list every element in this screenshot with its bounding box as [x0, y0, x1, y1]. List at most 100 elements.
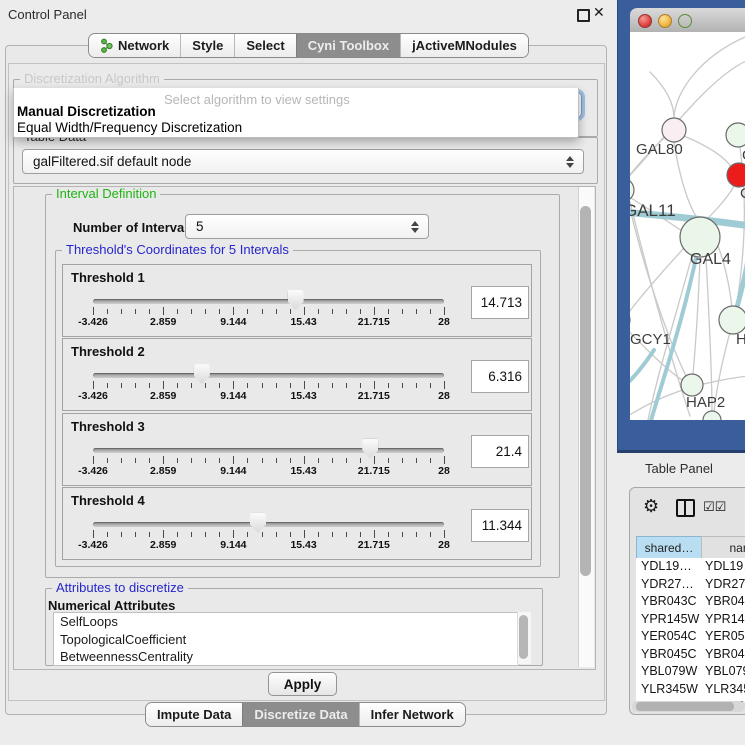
cell-shared-name: YBR043C [641, 593, 701, 611]
axis-tick [374, 307, 375, 315]
axis-tick [360, 458, 361, 463]
network-node-c[interactable] [727, 163, 745, 187]
axis-tick [332, 532, 333, 537]
attributes-scrollbar-thumb[interactable] [519, 615, 528, 659]
axis-label: 28 [438, 539, 450, 551]
threshold-panel-3: Threshold 3-3.4262.8599.14415.4321.71528… [62, 413, 532, 486]
tab-select[interactable]: Select [234, 34, 295, 57]
threshold-1-slider-track[interactable] [93, 299, 444, 304]
bottom-tab-infer-network[interactable]: Infer Network [359, 703, 465, 726]
axis-tick [430, 458, 431, 463]
tab-cyni-toolbox[interactable]: Cyni Toolbox [296, 34, 400, 57]
axis-tick [247, 383, 248, 388]
table-row-ylr345w[interactable]: YLR345WYLR345W [636, 681, 745, 699]
axis-tick [233, 456, 234, 464]
axis-label: 2.859 [150, 390, 176, 402]
bottom-tab-infer-network-label: Infer Network [371, 707, 454, 722]
axis-tick [416, 383, 417, 388]
axis-label: 21.715 [358, 465, 390, 477]
network-node-partial[interactable] [703, 411, 721, 420]
axis-label: 15.43 [290, 316, 316, 328]
axis-label: 9.144 [220, 316, 246, 328]
axis-tick [444, 530, 445, 538]
table-column-header-shared[interactable]: shared… [636, 536, 702, 559]
axis-tick [205, 532, 206, 537]
threshold-3-label: Threshold 3 [71, 419, 145, 434]
float-icon[interactable] [577, 9, 590, 22]
network-node-h[interactable] [719, 306, 745, 334]
threshold-4-slider-handle[interactable] [250, 513, 266, 533]
threshold-4-slider-track[interactable] [93, 522, 444, 527]
network-node-ga[interactable] [726, 123, 745, 147]
apply-button[interactable]: Apply [268, 672, 337, 696]
close-icon[interactable]: ✕ [593, 4, 605, 21]
network-node-label: GAL80 [636, 141, 683, 158]
table-column-header-name[interactable]: name [701, 536, 745, 559]
algorithm-option-equal-width-frequency-discretization[interactable]: Equal Width/Frequency Discretization [17, 120, 242, 135]
table-data-combo[interactable]: galFiltered.sif default node [22, 149, 584, 174]
axis-tick [135, 458, 136, 463]
axis-tick [219, 383, 220, 388]
network-edge [674, 37, 745, 118]
threshold-2-slider-handle[interactable] [194, 364, 210, 384]
axis-tick [304, 381, 305, 389]
cell-name: YER054C [705, 628, 745, 646]
axis-tick [219, 532, 220, 537]
checkbox-icons[interactable]: ☑☑ [703, 499, 726, 515]
tab-jactivemnodules[interactable]: jActiveMNodules [400, 34, 528, 57]
table-row-ybr043c[interactable]: YBR043CYBR043C [636, 593, 745, 611]
axis-tick [107, 458, 108, 463]
settings-gear-icon[interactable]: ⚙ [643, 496, 659, 516]
attribute-item-topologicalcoefficient[interactable]: TopologicalCoefficient [54, 631, 518, 649]
table-row-ybr045c[interactable]: YBR045CYBR045C [636, 646, 745, 664]
axis-tick [205, 309, 206, 314]
bottom-tab-discretize-data[interactable]: Discretize Data [242, 703, 358, 726]
axis-tick [93, 307, 94, 315]
tab-network[interactable]: Network [89, 34, 180, 57]
threshold-2-slider-track[interactable] [93, 373, 444, 378]
axis-label: 9.144 [220, 390, 246, 402]
table-hscrollbar-thumb[interactable] [636, 702, 734, 711]
table-row-ypr145w[interactable]: YPR145WYPR145W [636, 611, 745, 629]
attribute-item-selfloops[interactable]: SelfLoops [54, 613, 518, 631]
threshold-3-value-field[interactable]: 21.4 [471, 435, 529, 468]
close-light-icon[interactable] [638, 14, 652, 28]
table-row-yer054c[interactable]: YER054CYER054C [636, 628, 745, 646]
table-row-ydl19[interactable]: YDL19…YDL19… [636, 558, 745, 576]
threshold-3-slider-handle[interactable] [362, 439, 378, 459]
tab-style[interactable]: Style [180, 34, 234, 57]
minimize-light-icon[interactable] [658, 14, 672, 28]
network-node-hap2[interactable] [681, 374, 703, 396]
column-layout-icon[interactable] [676, 499, 695, 517]
threshold-3-slider-track[interactable] [93, 448, 444, 453]
axis-tick [205, 458, 206, 463]
axis-tick [247, 532, 248, 537]
axis-tick [107, 309, 108, 314]
axis-tick [332, 383, 333, 388]
table-row-ydr27[interactable]: YDR27…YDR27… [636, 576, 745, 594]
number-of-intervals-combo[interactable]: 5 [185, 214, 429, 239]
threshold-2-value-field[interactable]: 6.316 [471, 360, 529, 393]
axis-tick [93, 456, 94, 464]
network-node-gal80[interactable] [662, 118, 686, 142]
threshold-panel-2: Threshold 2-3.4262.8599.14415.4321.71528… [62, 338, 532, 411]
numerical-attributes-list[interactable]: SelfLoopsTopologicalCoefficientBetweenne… [53, 612, 519, 666]
axis-label: 21.715 [358, 316, 390, 328]
axis-tick [360, 309, 361, 314]
zoom-light-icon[interactable] [678, 14, 692, 28]
threshold-1-slider-handle[interactable] [288, 290, 304, 310]
threshold-2-label: Threshold 2 [71, 344, 145, 359]
attribute-item-betweennesscentrality[interactable]: BetweennessCentrality [54, 648, 518, 666]
axis-label: 2.859 [150, 465, 176, 477]
settings-scrollbar-thumb[interactable] [580, 206, 591, 576]
network-edge [706, 186, 734, 220]
network-node-label: HAP2 [686, 394, 725, 411]
network-canvas[interactable]: GAL80GACGAL11GAL4GCY1HHAP2 [630, 32, 745, 420]
network-window-titlebar[interactable] [630, 8, 745, 33]
axis-tick [290, 532, 291, 537]
threshold-1-value-field[interactable]: 14.713 [471, 286, 529, 319]
bottom-tab-impute-data[interactable]: Impute Data [146, 703, 242, 726]
threshold-4-value-field[interactable]: 11.344 [471, 509, 529, 542]
algorithm-option-manual-discretization[interactable]: Manual Discretization [17, 104, 156, 119]
table-row-ybl079w[interactable]: YBL079WYBL079W [636, 663, 745, 681]
